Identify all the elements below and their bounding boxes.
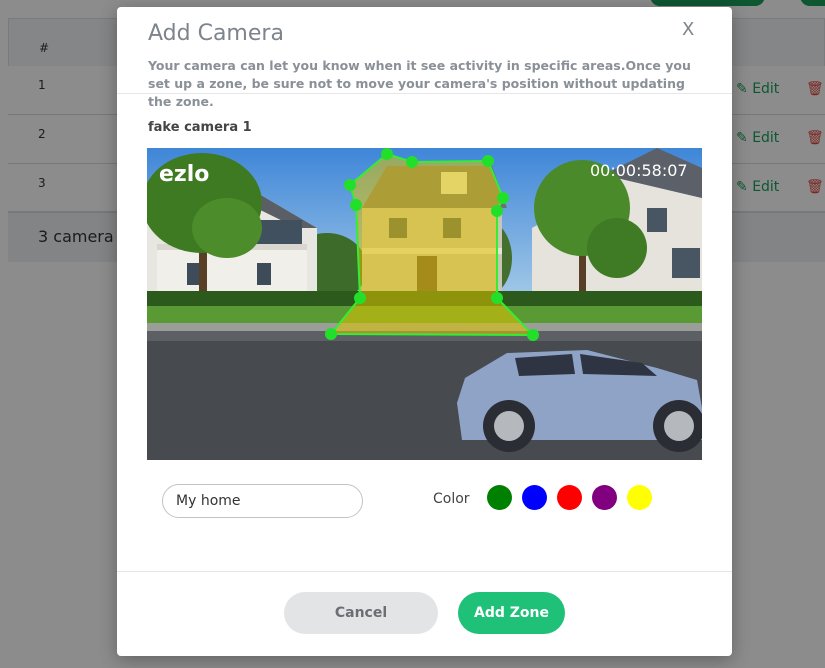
video-logo: ezlo [159,162,209,187]
close-icon[interactable]: X [682,19,694,40]
color-swatch-yellow[interactable] [627,485,652,510]
modal-description: Your camera can let you know when it see… [148,58,691,109]
color-swatch-purple[interactable] [592,485,617,510]
add-zone-button[interactable]: Add Zone [458,592,565,634]
video-timestamp: 00:00:58:07 [590,161,688,180]
color-swatch-red[interactable] [557,485,582,510]
divider [117,571,732,572]
color-swatch-green[interactable] [487,485,512,510]
zone-name-input[interactable] [162,484,363,518]
cancel-button[interactable]: Cancel [284,592,438,634]
camera-name: fake camera 1 [148,120,252,135]
color-label: Color [433,491,470,507]
add-camera-modal: Add Camera X Your camera can let you kno… [117,7,732,656]
camera-scene: ezlo 00:00:58:07 [147,148,702,460]
divider [117,93,732,94]
camera-feed[interactable]: ezlo 00:00:58:07 [147,148,702,460]
color-swatch-blue[interactable] [522,485,547,510]
modal-title: Add Camera [148,21,284,46]
